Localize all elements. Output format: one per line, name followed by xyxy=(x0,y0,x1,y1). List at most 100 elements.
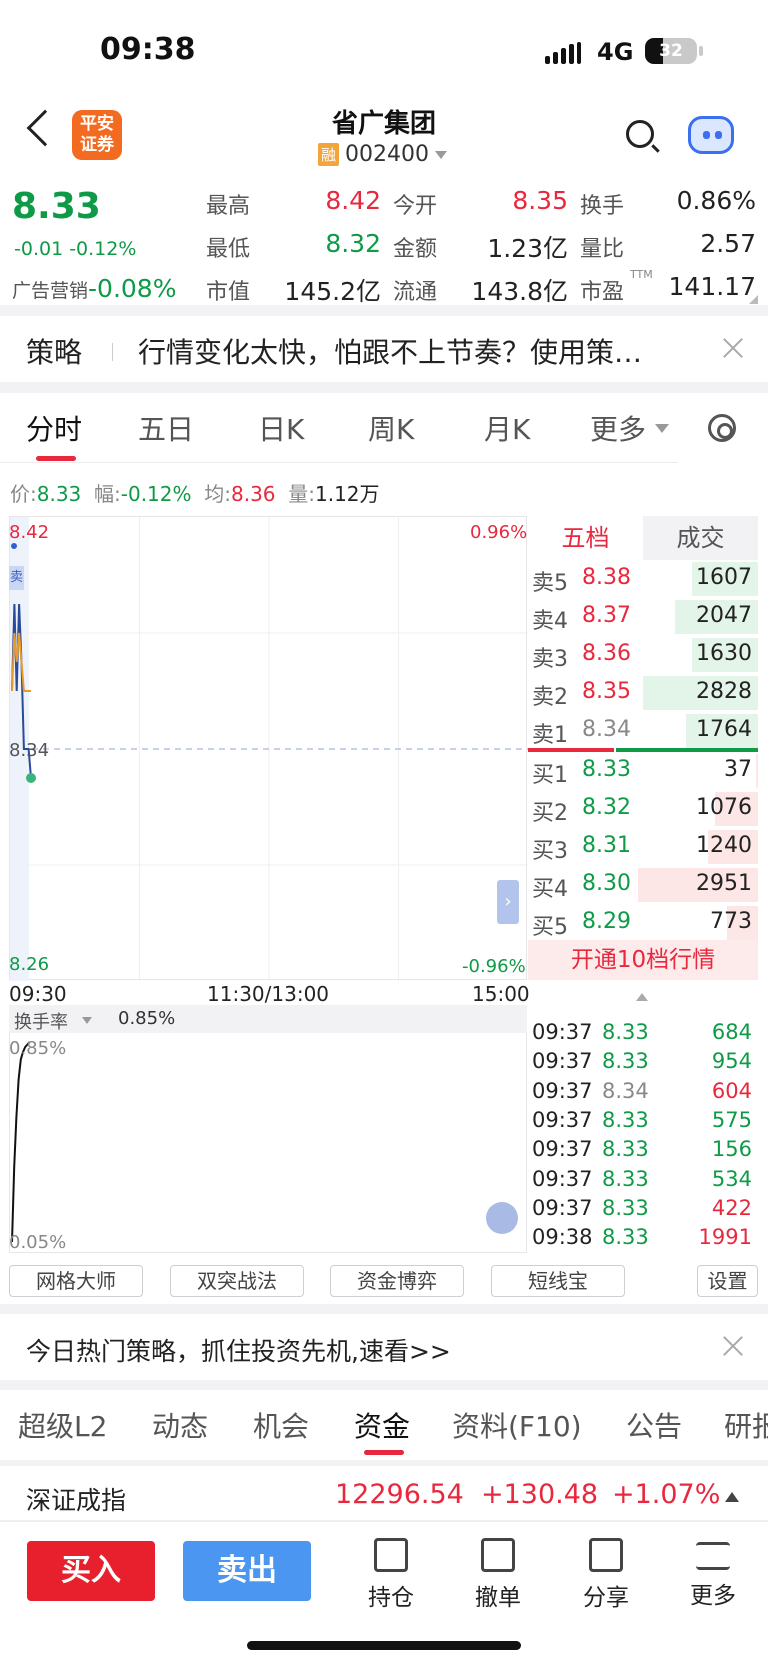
level-price: 8.38 xyxy=(582,565,631,590)
action-item[interactable]: 更多 xyxy=(673,1538,753,1610)
divider xyxy=(0,1520,768,1522)
level-volume: 1607 xyxy=(696,565,752,590)
industry-label: 广告营销 xyxy=(12,280,89,302)
level-volume: 1240 xyxy=(696,833,752,858)
level-price: 8.33 xyxy=(582,757,631,782)
info-tab[interactable]: 资金 xyxy=(354,1405,410,1445)
level-label: 买4 xyxy=(532,877,568,902)
volume-bar xyxy=(756,754,758,788)
bid-row[interactable]: 买2 8.32 1076 xyxy=(530,790,758,828)
action-item[interactable]: 持仓 xyxy=(351,1538,431,1612)
ask-row[interactable]: 卖3 8.36 1630 xyxy=(530,636,758,674)
info-tab[interactable]: 机会 xyxy=(253,1405,309,1445)
ask-row[interactable]: 卖1 8.34 1764 xyxy=(530,712,758,750)
trade-time: 09:37 xyxy=(532,1049,593,1074)
turnover-selector[interactable]: 换手率 xyxy=(14,1008,68,1034)
ask-row[interactable]: 卖4 8.37 2047 xyxy=(530,598,758,636)
chart-tab[interactable]: 分时 xyxy=(26,408,82,448)
trade-row: 09:37 8.34 604 xyxy=(532,1079,758,1108)
action-item[interactable]: 分享 xyxy=(566,1538,646,1612)
active-tab-indicator xyxy=(36,456,76,461)
level-label: 卖2 xyxy=(532,685,568,710)
info-tab[interactable]: 动态 xyxy=(152,1405,208,1445)
intraday-chart-svg xyxy=(10,517,528,981)
quote-label: 量比 xyxy=(580,237,625,262)
info-tab[interactable]: 研报 xyxy=(724,1405,768,1445)
level-volume: 2951 xyxy=(696,871,752,896)
level-volume: 2828 xyxy=(696,679,752,704)
ask-row[interactable]: 卖2 8.35 2828 xyxy=(530,674,758,712)
divider xyxy=(0,462,678,463)
chevron-right-icon[interactable]: › xyxy=(497,880,519,924)
action-label: 撤单 xyxy=(475,1585,521,1611)
action-item[interactable]: 撤单 xyxy=(458,1538,538,1612)
chevron-down-icon[interactable] xyxy=(655,424,669,433)
time-mid: 11:30/13:00 xyxy=(207,982,330,1006)
industry-change[interactable]: 广告营销-0.08% xyxy=(12,274,176,303)
trade-price: 8.33 xyxy=(602,1049,649,1074)
level-volume: 37 xyxy=(724,757,752,782)
ai-assistant-icon[interactable] xyxy=(688,116,734,154)
chevron-up-icon[interactable] xyxy=(725,1492,739,1502)
home-indicator[interactable] xyxy=(247,1641,521,1650)
intraday-chart[interactable] xyxy=(9,516,528,981)
close-icon[interactable] xyxy=(722,337,744,359)
chevron-down-icon[interactable] xyxy=(82,1017,92,1024)
tab-trades[interactable]: 成交 xyxy=(643,516,758,560)
chevron-down-icon xyxy=(435,150,447,159)
search-icon[interactable] xyxy=(626,120,654,148)
chart-tab[interactable]: 更多 xyxy=(590,408,646,448)
level-volume: 1764 xyxy=(696,717,752,742)
upgrade-ten-level-button[interactable]: 开通10档行情 xyxy=(528,940,758,980)
bid-row[interactable]: 买5 8.29 773 xyxy=(530,904,758,942)
chart-tab[interactable]: 五日 xyxy=(138,408,194,448)
status-time: 09:38 xyxy=(100,32,196,67)
info-tab[interactable]: 超级L2 xyxy=(18,1405,107,1445)
level-volume: 1630 xyxy=(696,641,752,666)
strategy-button[interactable]: 设置 xyxy=(697,1265,758,1297)
close-icon[interactable] xyxy=(722,1335,744,1357)
level-price: 8.32 xyxy=(582,795,631,820)
industry-value: -0.08% xyxy=(88,274,177,303)
level-price: 8.29 xyxy=(582,909,631,934)
gear-icon[interactable] xyxy=(708,414,736,442)
trade-price: 8.33 xyxy=(602,1195,649,1220)
strategy-button[interactable]: 资金博弈 xyxy=(330,1265,464,1297)
chart-info-bar: 价:8.33 幅:-0.12% 均:8.36 量:1.12万 xyxy=(10,478,380,507)
strategy-button[interactable]: 网格大师 xyxy=(9,1265,143,1297)
bid-row[interactable]: 买3 8.31 1240 xyxy=(530,828,758,866)
stock-code-selector[interactable]: 融 002400 xyxy=(318,142,447,167)
corner-expand-icon[interactable] xyxy=(749,295,758,304)
bid-row[interactable]: 买1 8.33 37 xyxy=(530,752,758,790)
info-tab[interactable]: 资料(F10) xyxy=(452,1405,582,1445)
level-label: 买5 xyxy=(532,915,568,940)
strategy-text: 行情变化太快，怕跟不上节奏？使用策… xyxy=(138,336,643,369)
ask-row[interactable]: 卖5 8.38 1607 xyxy=(530,560,758,598)
buy-button[interactable]: 买入 xyxy=(27,1541,155,1601)
tab-five-level[interactable]: 五档 xyxy=(528,516,643,560)
sell-marker[interactable]: 卖 xyxy=(9,566,24,590)
trade-price: 8.33 xyxy=(602,1137,649,1162)
quote-value: 1.23亿 xyxy=(487,234,568,263)
chart-tab[interactable]: 日K xyxy=(258,408,304,448)
divider xyxy=(0,1304,768,1314)
chevron-up-icon[interactable] xyxy=(636,993,648,1001)
level-price: 8.30 xyxy=(582,871,631,896)
info-tab[interactable]: 公告 xyxy=(626,1405,682,1445)
chart-tab[interactable]: 月K xyxy=(484,408,530,448)
turnover-chart[interactable] xyxy=(9,1005,527,1253)
level-price: 8.35 xyxy=(582,679,631,704)
level-price: 8.36 xyxy=(582,641,631,666)
turnover-y-top: 0.85% xyxy=(9,1038,67,1059)
hot-strategy-text: 今日热门策略，抓住投资先机,速看>> xyxy=(26,1337,451,1366)
sell-button[interactable]: 卖出 xyxy=(183,1541,311,1601)
chart-tab[interactable]: 周K xyxy=(368,408,414,448)
fullscreen-icon[interactable] xyxy=(486,1202,518,1234)
time-start: 09:30 xyxy=(9,982,67,1006)
strategy-button[interactable]: 双突战法 xyxy=(170,1265,304,1297)
index-name[interactable]: 深证成指 xyxy=(26,1481,126,1517)
quote-label: 最高 xyxy=(206,194,251,219)
bid-row[interactable]: 买4 8.30 2951 xyxy=(530,866,758,904)
strategy-button[interactable]: 短线宝 xyxy=(491,1265,625,1297)
turnover-y-bottom: 0.05% xyxy=(9,1232,67,1253)
